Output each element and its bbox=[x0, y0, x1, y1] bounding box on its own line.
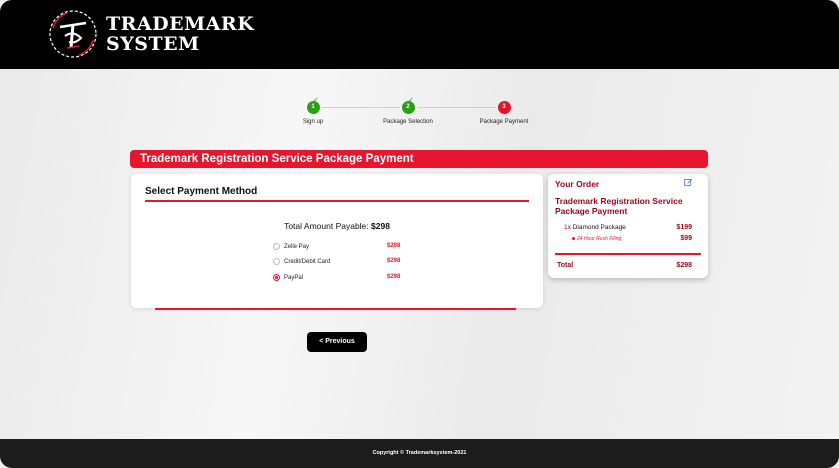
payment-option-paypal[interactable]: PayPal $298 bbox=[273, 274, 400, 282]
brand-line-2: SYSTEM bbox=[106, 33, 200, 55]
total-payable-value: $298 bbox=[371, 221, 390, 231]
divider bbox=[155, 308, 516, 310]
payment-option-label: Zelle Pay bbox=[284, 244, 310, 251]
page-frame: TRADEMARK SYSTEM ✓ 1 Sign up ✓ 2 Package… bbox=[0, 0, 839, 468]
site-footer: Copyright © Trademarksystem-2021 bbox=[0, 439, 839, 468]
payment-option-zelle[interactable]: Zelle Pay $298 bbox=[273, 243, 400, 251]
step-label: Package Payment bbox=[479, 119, 529, 125]
payment-option-label: Credit/Debit Card bbox=[284, 259, 331, 266]
total-payable: Total Amount Payable: $298 bbox=[131, 221, 543, 231]
step-label: Sign up bbox=[302, 119, 324, 125]
order-addon-name: 24 Hour Rush Filing bbox=[577, 236, 622, 242]
step-label: Package Selection bbox=[383, 119, 433, 125]
order-item-qty: 1x bbox=[564, 224, 571, 231]
payment-option-price: $298 bbox=[387, 243, 401, 249]
payment-option-label: PayPal bbox=[284, 275, 304, 282]
payment-option-price: $298 bbox=[387, 258, 401, 264]
page-title-banner: Trademark Registration Service Package P… bbox=[130, 150, 708, 168]
radio-button[interactable] bbox=[273, 258, 280, 265]
step-package-selection: ✓ 2 Package Selection bbox=[368, 96, 448, 125]
order-addon-price: $99 bbox=[680, 235, 692, 242]
payment-method-heading: Select Payment Method bbox=[145, 186, 258, 197]
step-sign-up: ✓ 1 Sign up bbox=[273, 96, 353, 125]
divider bbox=[145, 200, 529, 202]
edit-icon[interactable] bbox=[684, 178, 693, 187]
order-line-item: 1x Diamond Package bbox=[564, 224, 626, 231]
order-item-price: $199 bbox=[676, 224, 692, 231]
payment-option-price: $298 bbox=[387, 274, 401, 280]
bullet-icon bbox=[572, 237, 575, 241]
trademark-logo-icon[interactable] bbox=[47, 8, 99, 60]
payment-method-panel: Select Payment Method Total Amount Payab… bbox=[131, 174, 543, 308]
site-header: TRADEMARK SYSTEM bbox=[0, 0, 839, 69]
progress-stepper: ✓ 1 Sign up ✓ 2 Package Selection 3 Pack… bbox=[290, 96, 550, 136]
step-number: 3 bbox=[497, 101, 511, 114]
step-package-payment: 3 Package Payment bbox=[464, 96, 544, 125]
brand-line-1: TRADEMARK bbox=[106, 13, 255, 35]
divider bbox=[555, 253, 701, 255]
order-package-title: Trademark Registration Service Package P… bbox=[555, 196, 683, 216]
radio-button[interactable] bbox=[273, 243, 280, 250]
order-summary-card: Your Order Trademark Registration Servic… bbox=[548, 174, 708, 278]
check-icon: ✓ bbox=[408, 97, 414, 104]
radio-button-selected[interactable] bbox=[273, 274, 280, 281]
payment-option-card[interactable]: Credit/Debit Card $298 bbox=[273, 258, 400, 266]
check-icon: ✓ bbox=[313, 97, 319, 104]
previous-button[interactable]: < Previous bbox=[307, 332, 367, 352]
total-payable-label: Total Amount Payable: bbox=[284, 221, 372, 231]
order-item-name: Diamond Package bbox=[572, 224, 626, 231]
brand-name[interactable]: TRADEMARK SYSTEM bbox=[106, 14, 254, 54]
order-total-label: Total bbox=[557, 262, 574, 269]
order-addon-item: 24 Hour Rush Filing bbox=[572, 236, 621, 242]
copyright-text: Copyright © Trademarksystem-2021 bbox=[372, 450, 467, 456]
order-total-value: $298 bbox=[676, 262, 692, 269]
order-heading: Your Order bbox=[555, 179, 600, 189]
